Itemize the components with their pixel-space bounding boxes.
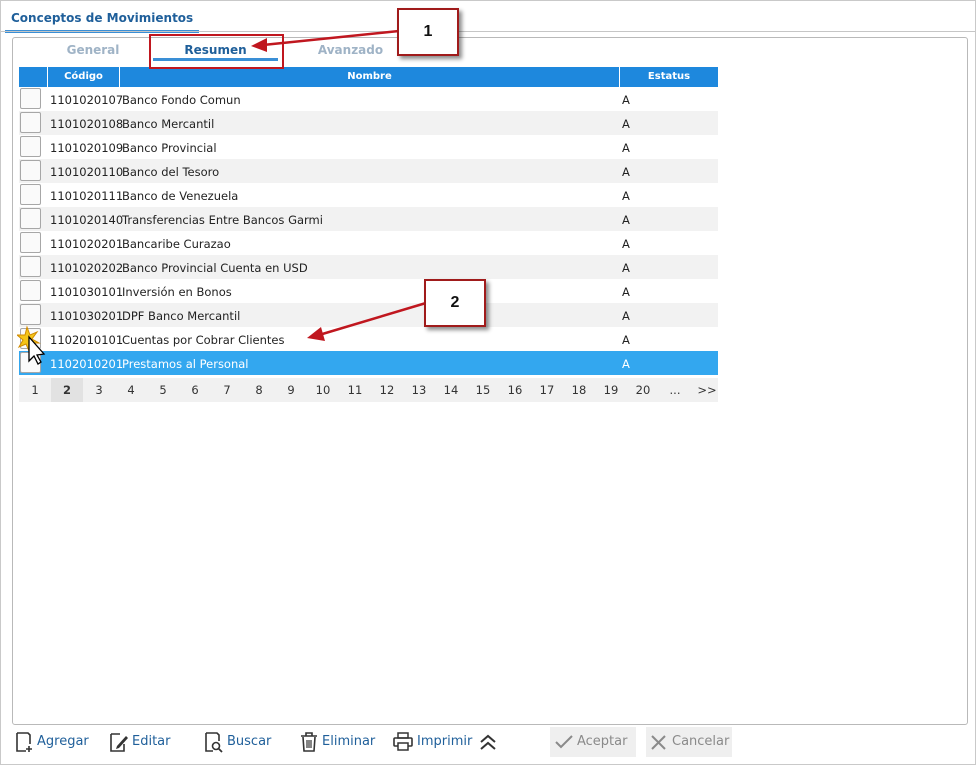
search-button[interactable]: Buscar [203, 731, 278, 755]
annotation-arrows [251, 29, 427, 341]
arrow-1-line [262, 29, 400, 47]
arrow-1-head [251, 38, 267, 52]
edit-icon [110, 733, 128, 752]
callout-1: 1 [397, 8, 459, 56]
add-label: Agregar [37, 734, 89, 749]
click-cursor-icon [17, 325, 46, 365]
accept-label: Aceptar [577, 734, 628, 749]
search-label: Buscar [227, 734, 272, 749]
arrow-2-head [307, 327, 325, 341]
print-button[interactable]: Imprimir [393, 731, 473, 755]
cancel-button[interactable]: Cancelar [646, 727, 732, 757]
arrow-2-line [318, 301, 427, 337]
accept-button[interactable]: Aceptar [550, 727, 636, 757]
delete-button[interactable]: Eliminar [299, 731, 379, 755]
printer-icon [393, 732, 413, 751]
delete-label: Eliminar [322, 734, 376, 749]
collapse-toolbar-button[interactable] [478, 731, 500, 755]
edit-button[interactable]: Editar [108, 731, 178, 755]
add-button[interactable]: Agregar [14, 731, 94, 755]
trash-icon [301, 732, 317, 752]
double-chevron-up-icon [480, 734, 496, 750]
main-window: Conceptos de Movimientos General Resumen… [0, 0, 976, 765]
close-icon [651, 735, 666, 750]
search-document-icon [205, 732, 223, 753]
edit-label: Editar [132, 734, 171, 749]
print-label: Imprimir [417, 734, 473, 749]
checkmark-icon [555, 735, 573, 749]
cancel-label: Cancelar [672, 734, 730, 749]
callout-2: 2 [424, 279, 486, 327]
add-document-icon [16, 732, 32, 752]
